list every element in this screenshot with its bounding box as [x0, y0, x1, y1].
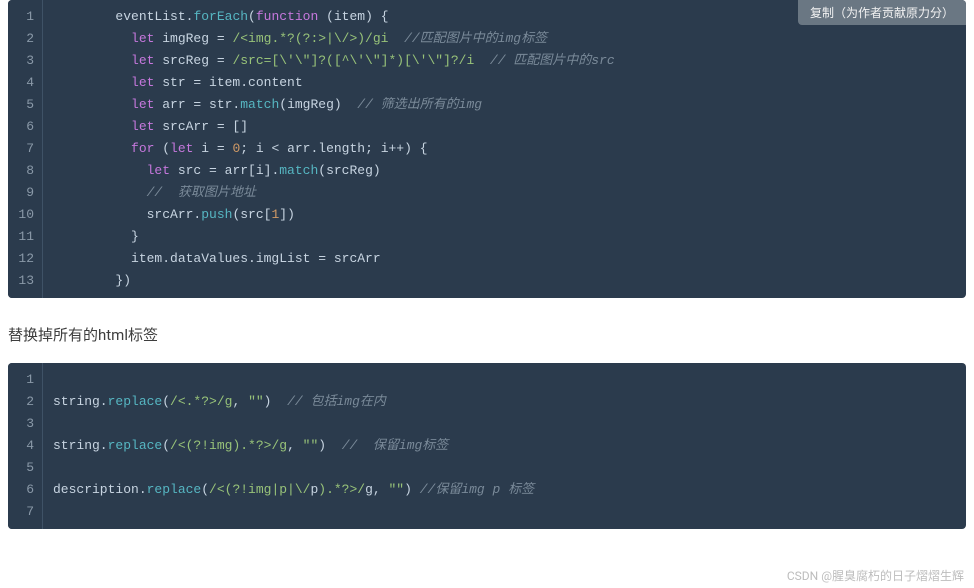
code-block-1: 复制（为作者贡献原力分） 12345678910111213 eventList…	[8, 0, 966, 298]
section-heading: 替换掉所有的html标签	[8, 324, 966, 345]
code-block-2: 1234567 string.replace(/<.*?>/g, "") // …	[8, 363, 966, 529]
code-content-1: eventList.forEach(function (item) { let …	[43, 0, 966, 298]
copy-button[interactable]: 复制（为作者贡献原力分）	[798, 0, 966, 25]
watermark: CSDN @腥臭腐朽的日子熠熠生辉	[787, 567, 964, 584]
code-content-2: string.replace(/<.*?>/g, "") // 包括img在内 …	[43, 363, 966, 529]
line-gutter-2: 1234567	[8, 363, 43, 529]
line-gutter-1: 12345678910111213	[8, 0, 43, 298]
